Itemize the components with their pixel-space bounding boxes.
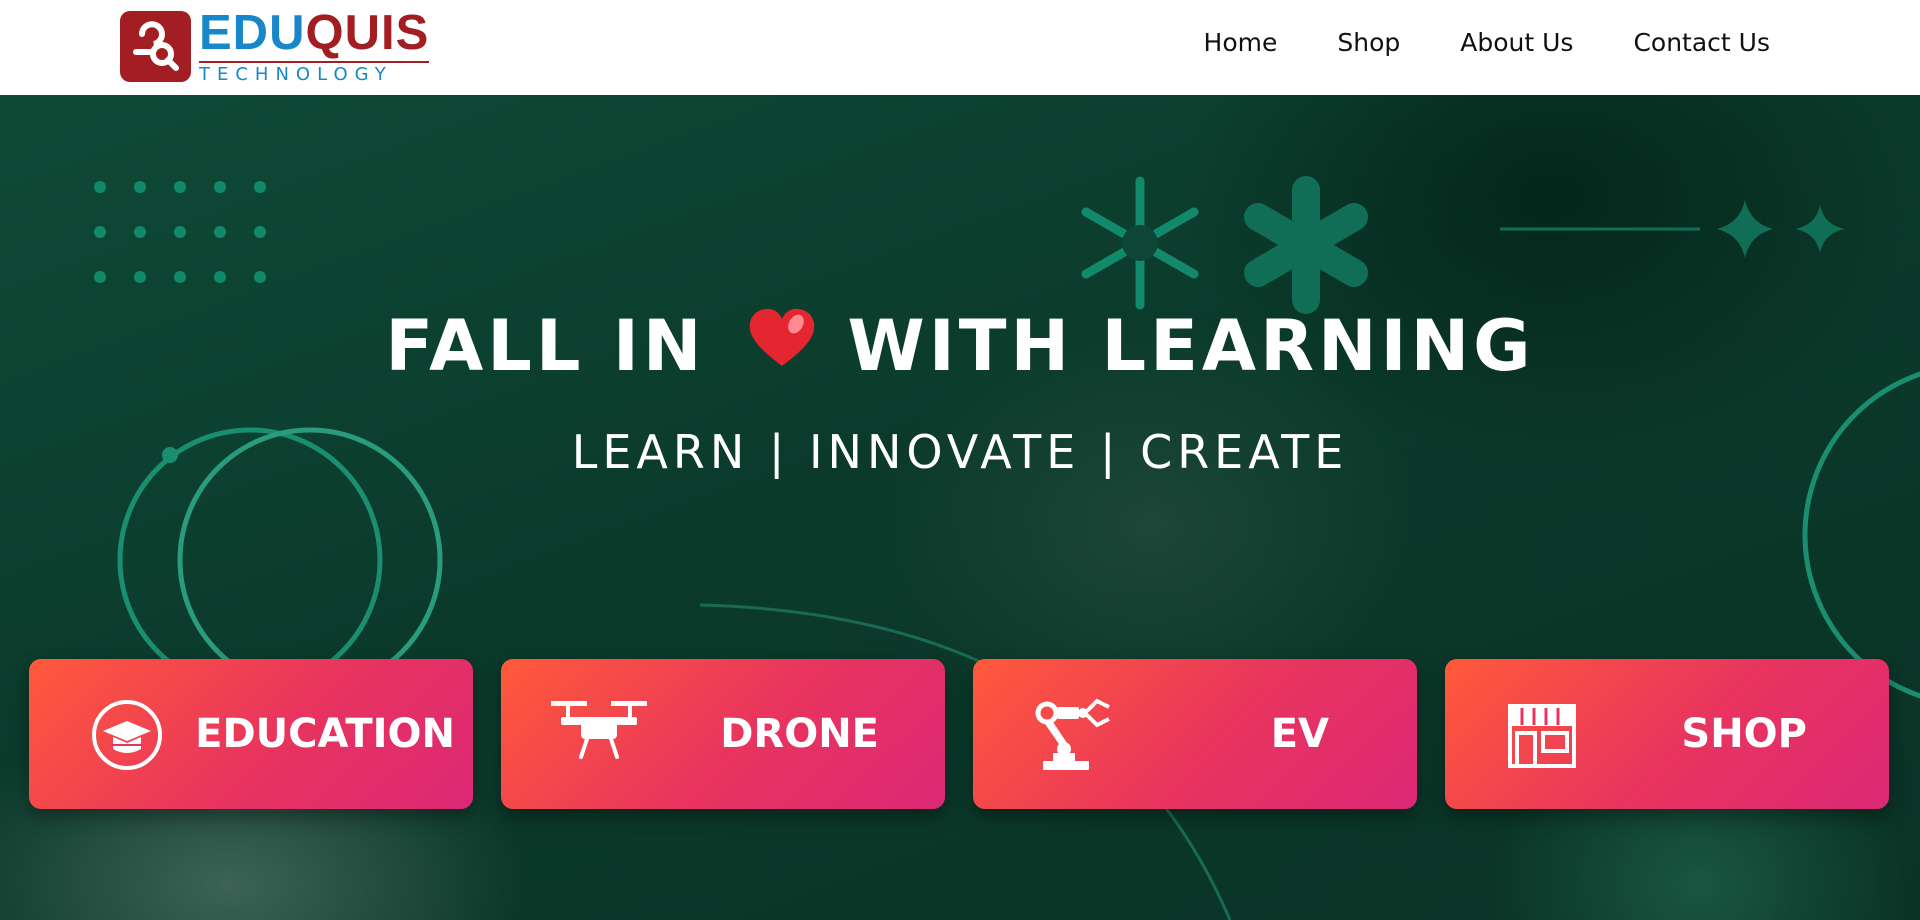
- card-label: SHOP: [1681, 711, 1807, 757]
- sparkle-decoration: [1717, 200, 1773, 258]
- headline-part2: WITH LEARNING: [847, 305, 1535, 387]
- category-card-education[interactable]: EDUCATION: [29, 659, 473, 809]
- nav-item-about-us[interactable]: About Us: [1460, 28, 1573, 57]
- nav-item-shop[interactable]: Shop: [1337, 28, 1400, 57]
- card-label: EV: [1270, 711, 1329, 757]
- robotic-arm-icon: [1033, 697, 1113, 773]
- large-ring-decoration: [1802, 371, 1920, 699]
- logo-mark-icon: [120, 10, 191, 82]
- card-label: EDUCATION: [195, 711, 455, 757]
- category-card-drone[interactable]: DRONE: [501, 659, 945, 809]
- category-card-ev[interactable]: EV: [973, 659, 1417, 809]
- logo-word-part2: QUIS: [305, 5, 430, 60]
- storefront-icon: [1507, 703, 1577, 779]
- hero-headline: FALL IN WITH LEARNING: [0, 305, 1920, 387]
- category-card-shop[interactable]: SHOP: [1445, 659, 1889, 809]
- outline-asterisk-decoration: [1081, 176, 1199, 310]
- main-nav: Home Shop About Us Contact Us: [1144, 28, 1770, 57]
- nav-item-contact-us[interactable]: Contact Us: [1633, 28, 1770, 57]
- brand-logo[interactable]: EDUQUIS TECHNOLOGY: [120, 5, 430, 84]
- graduation-cap-icon: [89, 697, 165, 773]
- hero-tagline: LEARN | INNOVATE | CREATE: [571, 425, 1349, 479]
- drone-icon: [549, 699, 649, 775]
- solid-asterisk-decoration: [1244, 176, 1368, 314]
- card-label: DRONE: [720, 711, 879, 757]
- sparkle-decoration-2: [1795, 205, 1845, 253]
- dot-grid-decoration: [94, 181, 266, 283]
- heart-icon: [746, 305, 818, 387]
- category-cards: EDUCATION DRONE EV SHOP: [29, 659, 1917, 809]
- logo-text: EDUQUIS TECHNOLOGY: [199, 5, 430, 84]
- logo-subtitle: TECHNOLOGY: [199, 60, 430, 84]
- logo-wordmark: EDUQUIS: [199, 5, 430, 60]
- logo-word-part1: EDU: [199, 5, 306, 60]
- headline-part1: FALL IN: [385, 305, 706, 387]
- nav-item-home[interactable]: Home: [1204, 28, 1278, 57]
- site-header: EDUQUIS TECHNOLOGY Home Shop About Us Co…: [0, 0, 1920, 95]
- hero-section: FALL IN WITH LEARNING LEARN | INNOVATE |…: [0, 95, 1920, 920]
